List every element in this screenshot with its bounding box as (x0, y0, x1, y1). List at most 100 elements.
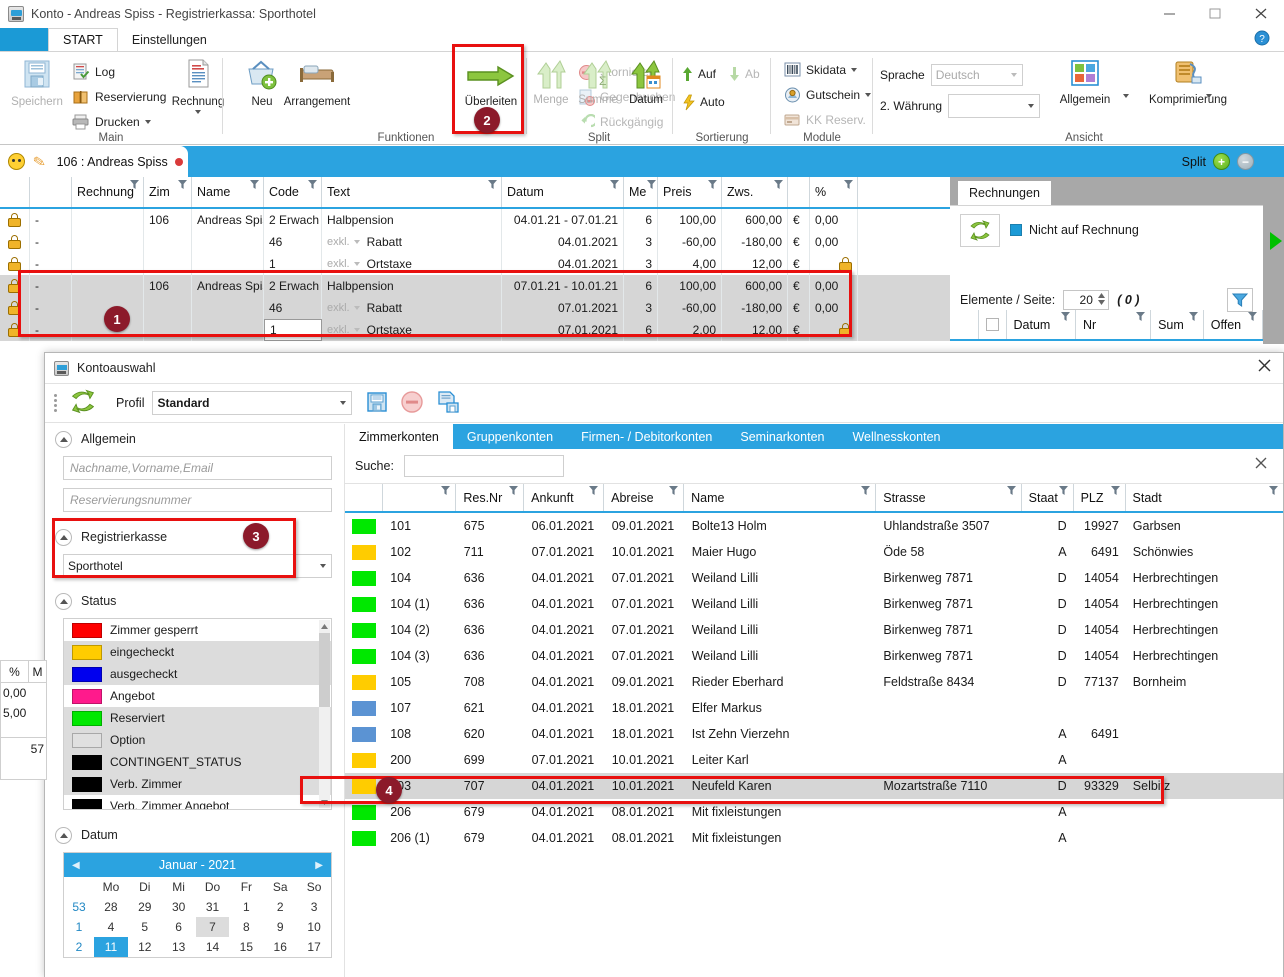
waehrung-select[interactable] (948, 94, 1041, 118)
profil-delete-button[interactable] (400, 390, 424, 417)
arrangement-button[interactable]: Arrangement (272, 58, 362, 108)
rooms-col-strasse[interactable]: Strasse (876, 484, 1022, 511)
split-datum-button[interactable]: Datum (622, 58, 670, 106)
dialog-close-icon[interactable] (1258, 359, 1271, 376)
calendar-day[interactable]: 5 (128, 917, 162, 937)
calendar-day[interactable]: 9 (263, 917, 297, 937)
inv-col-datum[interactable]: Datum (1007, 310, 1076, 339)
split-add-button[interactable]: + (1213, 153, 1230, 170)
suche-input[interactable] (403, 455, 564, 477)
status-list-item[interactable]: Option (64, 729, 331, 751)
reservierungsnummer-input[interactable]: Reservierungsnummer (63, 488, 332, 512)
table-row[interactable]: - 46 exkl. Rabatt 04.01.2021 3 -60,00 -180,00 €0… (0, 231, 950, 253)
table-row[interactable]: - 106 Andreas Spis 2 Erwach Halbpension 04.01… (0, 209, 950, 231)
chevron-down-icon[interactable] (195, 110, 201, 114)
expand-arrow-icon[interactable] (1270, 232, 1282, 253)
select-all-checkbox[interactable] (985, 318, 999, 331)
filter-icon[interactable] (1110, 486, 1120, 495)
chevron-down-icon[interactable] (353, 328, 360, 332)
ansicht-komprimierung-button[interactable]: Komprimierung (1136, 58, 1240, 106)
skidata-button[interactable]: Skidata (784, 60, 858, 80)
sprache-select[interactable]: Deutsch (930, 64, 1023, 86)
help-icon[interactable]: ? (1254, 30, 1270, 49)
tab-einstellungen[interactable]: Einstellungen (118, 28, 221, 51)
section-datum[interactable]: Datum (45, 820, 344, 850)
filter-icon[interactable] (1058, 486, 1068, 495)
filter-icon[interactable] (1269, 486, 1279, 495)
tab-rechnungen[interactable]: Rechnungen (958, 181, 1051, 205)
table-row[interactable]: 206 679 04.01.2021 08.01.2021 Mit fixleistun… (345, 799, 1283, 825)
col-zws[interactable]: Zws. (722, 177, 788, 207)
chevron-down-icon[interactable] (1028, 104, 1035, 108)
chevron-down-icon[interactable] (865, 93, 872, 97)
split-remove-button[interactable]: − (1237, 153, 1254, 170)
chevron-down-icon[interactable] (1123, 94, 1129, 98)
col-preis[interactable]: Preis (658, 177, 722, 207)
account-tab[interactable]: ✎ 106 : Andreas Spiss (0, 146, 188, 177)
calendar-day[interactable]: 4 (94, 917, 128, 937)
chevron-down-icon[interactable] (144, 120, 151, 124)
chevron-up-icon[interactable] (55, 592, 72, 610)
gutschein-button[interactable]: Gutschein (784, 85, 872, 105)
tab-zimmerkonten[interactable]: Zimmerkonten (345, 424, 453, 449)
sort-auf-button[interactable]: Auf (682, 64, 716, 84)
chevron-up-icon[interactable] (55, 430, 72, 448)
table-row[interactable]: 105 708 04.01.2021 09.01.2021 Rieder Eberhar… (345, 669, 1283, 695)
status-list-item[interactable]: Verb. Zimmer (64, 773, 331, 795)
calendar-day[interactable]: 14 (196, 937, 230, 957)
status-scroll-thumb[interactable] (319, 633, 330, 707)
table-row[interactable]: 102 711 07.01.2021 10.01.2021 Maier Hugo Öde … (345, 539, 1283, 565)
rooms-col-res-nr[interactable]: Res.Nr (456, 484, 525, 511)
chevron-down-icon[interactable] (851, 68, 858, 72)
toolbar-grip[interactable] (54, 394, 58, 412)
status-list-item[interactable]: Verb. Zimmer Angebot (64, 795, 331, 809)
filter-icon[interactable] (669, 486, 679, 495)
close-icon[interactable] (1238, 0, 1284, 28)
scroll-up-icon[interactable] (319, 620, 330, 632)
col-code[interactable]: Code (264, 177, 322, 207)
chevron-down-icon[interactable] (320, 564, 326, 568)
calendar-day[interactable]: 15 (229, 937, 263, 957)
scroll-down-icon[interactable] (319, 796, 330, 808)
table-row[interactable]: 104 (3) 636 04.01.2021 07.01.2021 Weiland Li… (345, 643, 1283, 669)
table-row[interactable]: 108 620 04.01.2021 18.01.2021 Ist Zehn Vierz… (345, 721, 1283, 747)
status-list-item[interactable]: ausgecheckt (64, 663, 331, 685)
chevron-down-icon[interactable] (353, 240, 360, 244)
rooms-col-plz[interactable]: PLZ (1074, 484, 1126, 511)
section-registrierkasse[interactable]: Registrierkasse (45, 522, 344, 552)
status-list[interactable]: Zimmer gesperrt eingecheckt ausgecheckt Ang… (63, 618, 332, 810)
table-row[interactable]: 206 (1) 679 04.01.2021 08.01.2021 Mit fixlei… (345, 825, 1283, 851)
chevron-down-icon[interactable] (353, 262, 360, 266)
status-list-item[interactable]: CONTINGENT_STATUS (64, 751, 331, 773)
rooms-col-ankunft[interactable]: Ankunft (524, 484, 605, 511)
reservierung-button[interactable]: Reservierung (72, 87, 166, 107)
sort-auto-button[interactable]: Auto (682, 92, 725, 112)
calendar-day[interactable]: 16 (263, 937, 297, 957)
table-row[interactable]: 20370704.01.202110.01.2021Neufeld KarenM… (345, 773, 1283, 799)
rooms-col-name[interactable]: Name (684, 484, 877, 511)
inv-col-nr[interactable]: Nr (1076, 310, 1152, 339)
filter-icon[interactable] (509, 486, 519, 495)
table-row[interactable]: - 1 exkl. Ortstaxe 04.01.2021 3 4,00 12,00 € (0, 253, 950, 275)
table-row[interactable]: - 46 exkl. Rabatt 07.01.2021 3 -60,00 -180,00 €0… (0, 297, 950, 319)
col-pct[interactable]: % (810, 177, 858, 207)
drucken-button[interactable]: Drucken (72, 112, 151, 132)
registrierkasse-select[interactable]: Sporthotel (63, 554, 332, 578)
rooms-col-stadt[interactable]: Stadt (1126, 484, 1283, 511)
calendar-day[interactable]: 1 (229, 897, 263, 917)
dialog-refresh-button[interactable] (68, 388, 98, 419)
filter-icon[interactable] (1006, 486, 1016, 495)
inv-col-check[interactable] (979, 310, 1007, 339)
ansicht-allgemein-button[interactable]: Allgemein (1048, 58, 1122, 106)
calendar-day[interactable]: 11 (94, 937, 128, 957)
status-list-item[interactable]: Angebot (64, 685, 331, 707)
calendar-day[interactable]: 30 (162, 897, 196, 917)
filter-icon[interactable] (861, 486, 871, 495)
tab-start[interactable]: START (48, 28, 118, 51)
calendar-day[interactable]: 29 (128, 897, 162, 917)
calendar-day[interactable]: 3 (297, 897, 331, 917)
calendar-day[interactable]: 31 (196, 897, 230, 917)
filter-button[interactable] (1227, 288, 1253, 312)
ribbon-file-button[interactable] (0, 28, 48, 51)
calendar-day[interactable]: 6 (162, 917, 196, 937)
